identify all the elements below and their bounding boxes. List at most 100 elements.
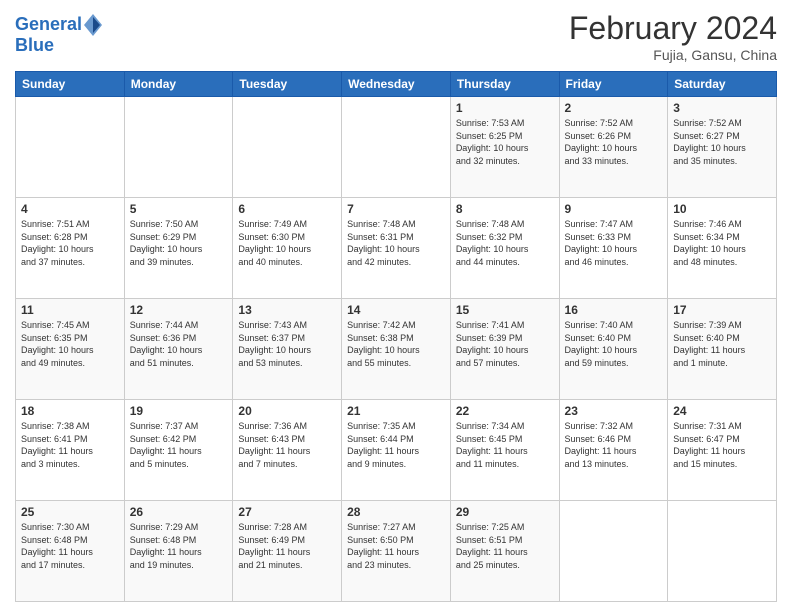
day-info: Sunrise: 7:53 AMSunset: 6:25 PMDaylight:…	[456, 117, 554, 167]
day-number: 27	[238, 505, 336, 519]
day-cell: 11 Sunrise: 7:45 AMSunset: 6:35 PMDayligh…	[16, 299, 125, 400]
day-cell: 19 Sunrise: 7:37 AMSunset: 6:42 PMDayligh…	[124, 400, 233, 501]
week-row-2: 11 Sunrise: 7:45 AMSunset: 6:35 PMDayligh…	[16, 299, 777, 400]
day-header-wednesday: Wednesday	[342, 72, 451, 97]
day-info: Sunrise: 7:38 AMSunset: 6:41 PMDaylight:…	[21, 420, 119, 470]
day-cell: 10Sunrise: 7:46 AMSunset: 6:34 PMDayligh…	[668, 198, 777, 299]
day-number: 6	[238, 202, 336, 216]
day-number: 29	[456, 505, 554, 519]
day-cell: 14Sunrise: 7:42 AMSunset: 6:38 PMDayligh…	[342, 299, 451, 400]
day-header-tuesday: Tuesday	[233, 72, 342, 97]
day-cell	[124, 97, 233, 198]
day-cell: 8Sunrise: 7:48 AMSunset: 6:32 PMDaylight…	[450, 198, 559, 299]
day-number: 22	[456, 404, 554, 418]
day-number: 4	[21, 202, 119, 216]
day-cell: 15Sunrise: 7:41 AMSunset: 6:39 PMDayligh…	[450, 299, 559, 400]
day-cell: 7 Sunrise: 7:48 AMSunset: 6:31 PMDaylight…	[342, 198, 451, 299]
day-info: Sunrise: 7:32 AMSunset: 6:46 PMDaylight:…	[565, 420, 663, 470]
day-number: 5	[130, 202, 228, 216]
day-info: Sunrise: 7:47 AMSunset: 6:33 PMDaylight:…	[565, 218, 663, 268]
day-number: 12	[130, 303, 228, 317]
day-number: 7	[347, 202, 445, 216]
title-area: February 2024 Fujia, Gansu, China	[569, 10, 777, 63]
logo-text-blue: Blue	[15, 36, 102, 56]
day-info: Sunrise: 7:49 AMSunset: 6:30 PMDaylight:…	[238, 218, 336, 268]
day-cell: 28 Sunrise: 7:27 AMSunset: 6:50 PMDayligh…	[342, 501, 451, 602]
day-info: Sunrise: 7:44 AMSunset: 6:36 PMDaylight:…	[130, 319, 228, 369]
day-cell: 2Sunrise: 7:52 AMSunset: 6:26 PMDaylight…	[559, 97, 668, 198]
day-cell: 9 Sunrise: 7:47 AMSunset: 6:33 PMDaylight…	[559, 198, 668, 299]
day-cell	[559, 501, 668, 602]
day-number: 20	[238, 404, 336, 418]
month-title: February 2024	[569, 10, 777, 47]
day-info: Sunrise: 7:37 AMSunset: 6:42 PMDaylight:…	[130, 420, 228, 470]
day-cell	[668, 501, 777, 602]
day-info: Sunrise: 7:52 AMSunset: 6:27 PMDaylight:…	[673, 117, 771, 167]
day-number: 16	[565, 303, 663, 317]
day-cell	[342, 97, 451, 198]
day-info: Sunrise: 7:50 AMSunset: 6:29 PMDaylight:…	[130, 218, 228, 268]
day-info: Sunrise: 7:28 AMSunset: 6:49 PMDaylight:…	[238, 521, 336, 571]
day-cell: 26 Sunrise: 7:29 AMSunset: 6:48 PMDayligh…	[124, 501, 233, 602]
day-info: Sunrise: 7:29 AMSunset: 6:48 PMDaylight:…	[130, 521, 228, 571]
week-row-3: 18Sunrise: 7:38 AMSunset: 6:41 PMDayligh…	[16, 400, 777, 501]
day-info: Sunrise: 7:31 AMSunset: 6:47 PMDaylight:…	[673, 420, 771, 470]
day-cell	[16, 97, 125, 198]
day-number: 21	[347, 404, 445, 418]
day-info: Sunrise: 7:39 AMSunset: 6:40 PMDaylight:…	[673, 319, 771, 369]
day-number: 25	[21, 505, 119, 519]
day-cell: 4 Sunrise: 7:51 AMSunset: 6:28 PMDaylight…	[16, 198, 125, 299]
week-row-4: 25 Sunrise: 7:30 AMSunset: 6:48 PMDayligh…	[16, 501, 777, 602]
day-info: Sunrise: 7:51 AMSunset: 6:28 PMDaylight:…	[21, 218, 119, 268]
day-number: 2	[565, 101, 663, 115]
day-number: 28	[347, 505, 445, 519]
day-number: 17	[673, 303, 771, 317]
location: Fujia, Gansu, China	[569, 47, 777, 63]
day-number: 19	[130, 404, 228, 418]
logo-icon	[84, 14, 102, 36]
day-cell: 27 Sunrise: 7:28 AMSunset: 6:49 PMDayligh…	[233, 501, 342, 602]
week-row-1: 4 Sunrise: 7:51 AMSunset: 6:28 PMDaylight…	[16, 198, 777, 299]
day-number: 1	[456, 101, 554, 115]
day-header-thursday: Thursday	[450, 72, 559, 97]
page: General Blue February 2024 Fujia, Gansu,…	[0, 0, 792, 612]
day-cell: 22 Sunrise: 7:34 AMSunset: 6:45 PMDayligh…	[450, 400, 559, 501]
day-cell: 13Sunrise: 7:43 AMSunset: 6:37 PMDayligh…	[233, 299, 342, 400]
logo: General Blue	[15, 14, 102, 56]
day-header-sunday: Sunday	[16, 72, 125, 97]
day-cell: 23 Sunrise: 7:32 AMSunset: 6:46 PMDayligh…	[559, 400, 668, 501]
day-number: 3	[673, 101, 771, 115]
day-number: 9	[565, 202, 663, 216]
day-info: Sunrise: 7:27 AMSunset: 6:50 PMDaylight:…	[347, 521, 445, 571]
calendar-body: 1 Sunrise: 7:53 AMSunset: 6:25 PMDaylight…	[16, 97, 777, 602]
day-cell: 16 Sunrise: 7:40 AMSunset: 6:40 PMDayligh…	[559, 299, 668, 400]
day-info: Sunrise: 7:34 AMSunset: 6:45 PMDaylight:…	[456, 420, 554, 470]
day-number: 13	[238, 303, 336, 317]
day-number: 26	[130, 505, 228, 519]
day-info: Sunrise: 7:40 AMSunset: 6:40 PMDaylight:…	[565, 319, 663, 369]
day-cell: 5 Sunrise: 7:50 AMSunset: 6:29 PMDaylight…	[124, 198, 233, 299]
day-header-friday: Friday	[559, 72, 668, 97]
day-cell: 3 Sunrise: 7:52 AMSunset: 6:27 PMDaylight…	[668, 97, 777, 198]
day-number: 24	[673, 404, 771, 418]
day-info: Sunrise: 7:25 AMSunset: 6:51 PMDaylight:…	[456, 521, 554, 571]
day-info: Sunrise: 7:41 AMSunset: 6:39 PMDaylight:…	[456, 319, 554, 369]
day-info: Sunrise: 7:45 AMSunset: 6:35 PMDaylight:…	[21, 319, 119, 369]
day-info: Sunrise: 7:48 AMSunset: 6:32 PMDaylight:…	[456, 218, 554, 268]
day-cell: 18Sunrise: 7:38 AMSunset: 6:41 PMDayligh…	[16, 400, 125, 501]
day-number: 23	[565, 404, 663, 418]
day-header-row: SundayMondayTuesdayWednesdayThursdayFrid…	[16, 72, 777, 97]
week-row-0: 1 Sunrise: 7:53 AMSunset: 6:25 PMDaylight…	[16, 97, 777, 198]
day-number: 10	[673, 202, 771, 216]
day-number: 11	[21, 303, 119, 317]
day-info: Sunrise: 7:36 AMSunset: 6:43 PMDaylight:…	[238, 420, 336, 470]
logo-text-general: General	[15, 15, 82, 35]
day-cell: 21Sunrise: 7:35 AMSunset: 6:44 PMDayligh…	[342, 400, 451, 501]
day-cell	[233, 97, 342, 198]
day-info: Sunrise: 7:48 AMSunset: 6:31 PMDaylight:…	[347, 218, 445, 268]
day-number: 14	[347, 303, 445, 317]
calendar-table: SundayMondayTuesdayWednesdayThursdayFrid…	[15, 71, 777, 602]
day-cell: 12 Sunrise: 7:44 AMSunset: 6:36 PMDayligh…	[124, 299, 233, 400]
day-header-monday: Monday	[124, 72, 233, 97]
day-info: Sunrise: 7:30 AMSunset: 6:48 PMDaylight:…	[21, 521, 119, 571]
